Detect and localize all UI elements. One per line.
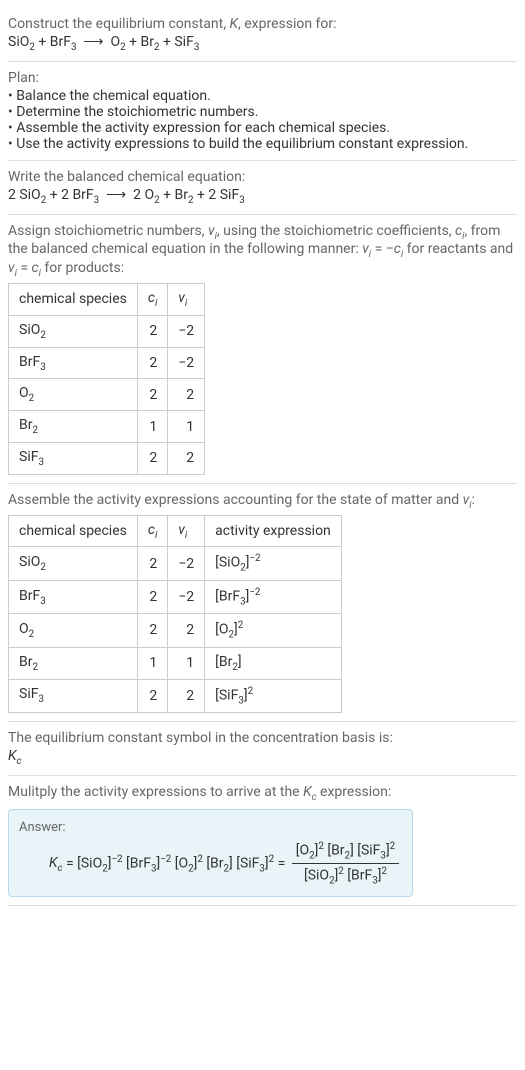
table-row: O2 2 2 [O2]2 — [9, 614, 342, 647]
species-cell: BrF3 — [9, 580, 138, 613]
species-cell: SiO2 — [9, 547, 138, 580]
vi-cell: −2 — [168, 315, 205, 347]
ci-cell: 2 — [137, 442, 167, 474]
answer-box: Answer: Kc = [SiO2]−2 [BrF3]−2 [O2]2 [Br… — [8, 809, 413, 898]
species-cell: SiF3 — [9, 442, 138, 474]
balanced-section: Write the balanced chemical equation: 2 … — [8, 161, 517, 215]
table-header: chemical species — [9, 515, 138, 547]
plan-section: Plan: • Balance the chemical equation. •… — [8, 62, 517, 161]
answer-content: Kc = [SiO2]−2 [BrF3]−2 [O2]2 [Br2] [SiF3… — [19, 841, 402, 887]
table-row: BrF3 2 −2 [BrF3]−2 — [9, 580, 342, 613]
answer-numerator: [O2]2 [Br2] [SiF3]2 — [292, 841, 399, 864]
table-header: νi — [168, 283, 205, 315]
species-cell: Br2 — [9, 411, 138, 443]
species-cell: SiO2 — [9, 315, 138, 347]
table-header: ci — [137, 283, 167, 315]
table-row: Br2 1 1 — [9, 411, 205, 443]
assign-heading: Assign stoichiometric numbers, νi, using… — [8, 223, 517, 279]
multiply-heading: Mulitply the activity expressions to arr… — [8, 784, 517, 803]
ci-cell: 2 — [137, 679, 167, 712]
balanced-equation: 2 SiO2 + 2 BrF3 ⟶ 2 O2 + Br2 + 2 SiF3 — [8, 187, 517, 206]
table-row: SiO2 2 −2 — [9, 315, 205, 347]
answer-label: Answer: — [19, 820, 402, 835]
vi-cell: 2 — [168, 614, 205, 647]
ci-cell: 2 — [137, 315, 167, 347]
construct-equation: SiO2 + BrF3 ⟶ O2 + Br2 + SiF3 — [8, 34, 517, 53]
vi-cell: 2 — [168, 442, 205, 474]
species-cell: Br2 — [9, 647, 138, 679]
species-cell: BrF3 — [9, 347, 138, 379]
table-header: chemical species — [9, 283, 138, 315]
table-header-row: chemical species ci νi — [9, 283, 205, 315]
vi-cell: 2 — [168, 679, 205, 712]
vi-cell: 1 — [168, 411, 205, 443]
activity-cell: [BrF3]−2 — [205, 580, 342, 613]
species-cell: O2 — [9, 379, 138, 411]
vi-cell: −2 — [168, 580, 205, 613]
ci-cell: 2 — [137, 379, 167, 411]
vi-cell: −2 — [168, 347, 205, 379]
activity-cell: [O2]2 — [205, 614, 342, 647]
table-row: Br2 1 1 [Br2] — [9, 647, 342, 679]
assemble-heading: Assemble the activity expressions accoun… — [8, 492, 517, 511]
plan-item: • Assemble the activity expression for e… — [8, 120, 517, 136]
table-row: SiF3 2 2 — [9, 442, 205, 474]
ci-cell: 2 — [137, 347, 167, 379]
table-row: SiO2 2 −2 [SiO2]−2 — [9, 547, 342, 580]
table-header: ci — [137, 515, 167, 547]
plan-item: • Use the activity expressions to build … — [8, 136, 517, 152]
vi-cell: 1 — [168, 647, 205, 679]
assign-section: Assign stoichiometric numbers, νi, using… — [8, 215, 517, 484]
activity-cell: [Br2] — [205, 647, 342, 679]
vi-cell: −2 — [168, 547, 205, 580]
symbol-section: The equilibrium constant symbol in the c… — [8, 722, 517, 776]
table-header: activity expression — [205, 515, 342, 547]
vi-cell: 2 — [168, 379, 205, 411]
answer-denominator: [SiO2]2 [BrF3]2 — [292, 864, 399, 886]
plan-item: • Determine the stoichiometric numbers. — [8, 104, 517, 120]
symbol-content: Kc — [8, 748, 517, 767]
table-row: O2 2 2 — [9, 379, 205, 411]
ci-cell: 1 — [137, 411, 167, 443]
ci-cell: 2 — [137, 547, 167, 580]
balanced-heading: Write the balanced chemical equation: — [8, 169, 517, 185]
ci-cell: 1 — [137, 647, 167, 679]
construct-heading: Construct the equilibrium constant, K, e… — [8, 16, 517, 32]
plan-item: • Balance the chemical equation. — [8, 88, 517, 104]
multiply-section: Mulitply the activity expressions to arr… — [8, 776, 517, 907]
symbol-heading: The equilibrium constant symbol in the c… — [8, 730, 517, 746]
species-cell: O2 — [9, 614, 138, 647]
table-header: νi — [168, 515, 205, 547]
assemble-section: Assemble the activity expressions accoun… — [8, 484, 517, 722]
assemble-table: chemical species ci νi activity expressi… — [8, 515, 342, 713]
table-row: BrF3 2 −2 — [9, 347, 205, 379]
construct-section: Construct the equilibrium constant, K, e… — [8, 8, 517, 62]
ci-cell: 2 — [137, 614, 167, 647]
plan-heading: Plan: — [8, 70, 517, 86]
activity-cell: [SiO2]−2 — [205, 547, 342, 580]
activity-cell: [SiF3]2 — [205, 679, 342, 712]
table-row: SiF3 2 2 [SiF3]2 — [9, 679, 342, 712]
ci-cell: 2 — [137, 580, 167, 613]
species-cell: SiF3 — [9, 679, 138, 712]
assign-table: chemical species ci νi SiO2 2 −2 BrF3 2 … — [8, 283, 205, 475]
table-header-row: chemical species ci νi activity expressi… — [9, 515, 342, 547]
